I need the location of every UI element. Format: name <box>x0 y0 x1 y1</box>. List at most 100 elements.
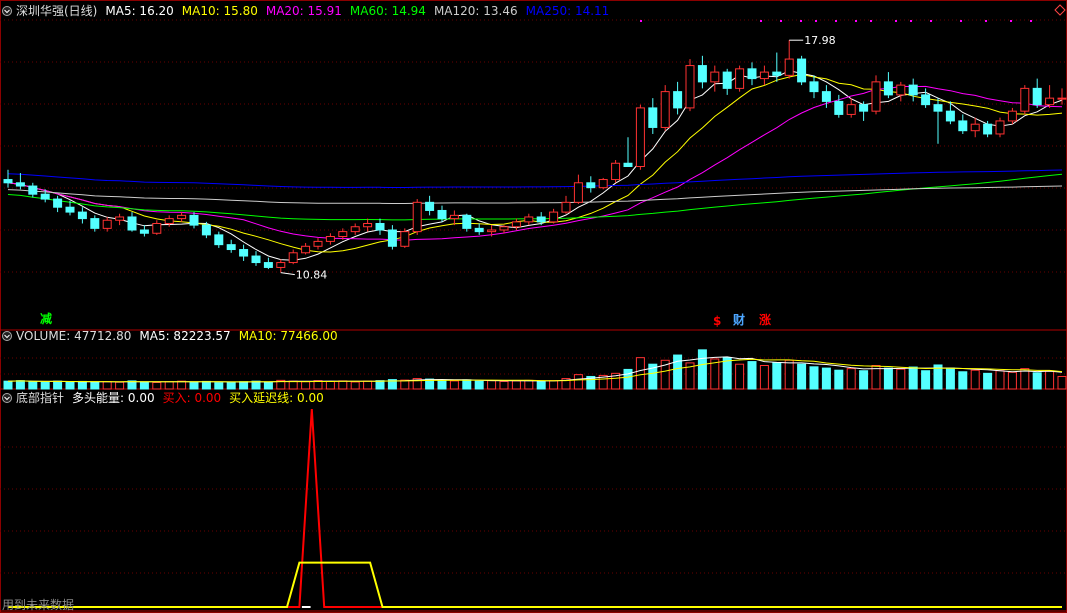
candle-body <box>474 227 484 233</box>
candle-body <box>573 182 583 203</box>
legend-item: 买入: 0.00 <box>163 391 222 405</box>
volume-bar <box>834 369 844 390</box>
stock-chart[interactable]: 17.98 10.84 减 $ 财涨 深圳华强(日线) MA5: 16.20 MA10: 15… <box>0 0 1067 613</box>
candle-body <box>139 229 149 234</box>
candle-body <box>226 244 236 251</box>
candle-body <box>288 252 298 264</box>
volume-bar <box>90 381 100 390</box>
candle-body <box>77 211 87 220</box>
top-tick <box>780 20 782 22</box>
volume-bar <box>139 381 149 390</box>
volume-bar <box>747 361 757 390</box>
footer-note: 用到未来数据 <box>2 597 74 612</box>
volume-bar <box>363 380 373 390</box>
volume-bar <box>797 363 807 390</box>
volume-bar <box>487 380 497 390</box>
top-tick <box>870 20 872 22</box>
legend-item: MA10: 77466.00 <box>239 329 338 343</box>
top-tick <box>960 20 962 22</box>
high-price-label: 17.98 <box>804 34 836 47</box>
candle-body <box>586 182 596 189</box>
volume-bar <box>1020 368 1030 390</box>
candle-body <box>1032 87 1042 106</box>
candle-body <box>883 81 893 96</box>
volume-bar <box>722 357 732 390</box>
volume-bar <box>970 369 980 390</box>
top-tick <box>910 20 912 22</box>
volume-bar <box>883 367 893 390</box>
candle-body <box>846 104 856 115</box>
candle-body <box>524 216 534 223</box>
candle-body <box>673 91 683 109</box>
top-tick <box>800 20 802 22</box>
candle-body <box>821 91 831 102</box>
buy-delay-line <box>8 561 1062 608</box>
candle-body <box>40 193 50 200</box>
candle-body <box>189 214 199 226</box>
candle-body <box>784 58 794 76</box>
volume-bar <box>474 380 484 390</box>
volume-bar <box>201 380 211 390</box>
volume-bar <box>784 359 794 390</box>
ma120-line <box>7 185 1063 204</box>
candle-body <box>177 214 187 220</box>
candle-body <box>499 226 509 231</box>
volume-bar <box>65 381 75 390</box>
candle-body <box>263 262 273 268</box>
candle-body <box>164 218 174 224</box>
volume-bar <box>214 382 224 390</box>
volume-bar <box>635 357 645 390</box>
candle-body <box>660 91 670 128</box>
top-tick <box>1010 20 1012 22</box>
candle-body <box>251 255 261 264</box>
volume-bar <box>375 380 385 390</box>
annotation-pointer <box>280 272 295 276</box>
volume-bar <box>859 370 869 390</box>
ma10-line <box>7 73 1063 253</box>
panel-title: 深圳华强(日线) <box>16 4 97 18</box>
top-tick <box>835 20 837 22</box>
legend-item: MA10: 15.80 <box>182 4 258 18</box>
volume-bar <box>1007 371 1017 390</box>
volume-bar <box>673 354 683 390</box>
signal-marker: 减 <box>40 311 52 326</box>
volume-bar <box>15 380 25 390</box>
volume-bar <box>573 374 583 390</box>
volume-bar <box>400 379 410 390</box>
top-tick <box>985 20 987 22</box>
volume-bar <box>846 368 856 390</box>
candle-body <box>896 84 906 96</box>
legend-item: MA5: 16.20 <box>105 4 173 18</box>
legend-item: MA120: 13.46 <box>434 4 518 18</box>
candle-body <box>908 84 918 96</box>
candle-body <box>1045 97 1055 106</box>
candle-body <box>201 224 211 236</box>
volume-bar <box>958 371 968 390</box>
volume-bar <box>288 380 298 390</box>
candle-body <box>536 216 546 223</box>
volume-bar <box>239 381 249 390</box>
volume-bar <box>53 380 63 390</box>
volume-bar <box>102 381 112 390</box>
candle-body <box>970 123 980 132</box>
volume-bar <box>1057 375 1067 390</box>
candle-body <box>735 68 745 89</box>
top-tick <box>1030 20 1032 22</box>
ma60-line <box>7 173 1063 221</box>
candle-body <box>487 229 497 233</box>
volume-bar <box>772 362 782 390</box>
volume-bar <box>995 370 1005 390</box>
candle-body <box>983 123 993 135</box>
candle-body <box>65 206 75 213</box>
candle-body <box>635 107 645 168</box>
top-tick <box>760 20 762 22</box>
candle-body <box>958 120 968 132</box>
candle-body <box>350 226 360 233</box>
panel-menu-icon <box>2 331 12 341</box>
volume-bar <box>945 367 955 390</box>
candle-body <box>437 209 447 220</box>
ma20-line <box>7 85 1063 241</box>
low-price-label: 10.84 <box>296 269 328 282</box>
volume-bar <box>301 381 311 390</box>
candle-body <box>772 71 782 76</box>
